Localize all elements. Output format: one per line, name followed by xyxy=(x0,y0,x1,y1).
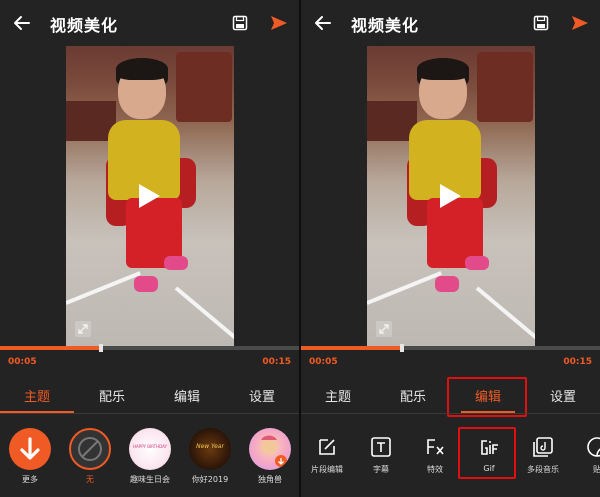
tool-clip-edit[interactable]: 片段编辑 xyxy=(301,436,353,475)
subtitle-icon xyxy=(371,437,391,457)
tool-multi-music[interactable]: 多段音乐 xyxy=(517,436,569,475)
theme-birthday[interactable]: HAPPY BIRTHDAY 趣味生日会 xyxy=(120,428,180,485)
tab-bar: 主题 配乐 编辑 设置 xyxy=(0,383,299,413)
play-icon[interactable] xyxy=(437,183,463,209)
send-icon[interactable] xyxy=(571,14,589,32)
tool-label: 多段音乐 xyxy=(527,465,559,474)
theme-label: 你好2019 xyxy=(191,475,229,484)
play-icon[interactable] xyxy=(136,183,162,209)
tool-label: 字幕 xyxy=(373,465,389,474)
multi-music-icon xyxy=(533,437,553,457)
progress-knob[interactable] xyxy=(399,344,404,352)
tab-divider xyxy=(0,413,299,414)
kid-hair-top xyxy=(116,58,168,80)
edit-tab-highlight xyxy=(447,377,527,417)
theme-label: 更多 xyxy=(22,475,38,484)
theme-unicorn[interactable]: 独角兽 xyxy=(240,428,299,485)
birthday-thumb-text: HAPPY BIRTHDAY xyxy=(133,444,167,449)
save-icon[interactable] xyxy=(232,15,248,31)
kid-hair-top xyxy=(417,58,469,80)
background-chair xyxy=(477,52,533,122)
tab-label: 主题 xyxy=(324,390,351,405)
floor-line xyxy=(367,271,442,305)
new-year-thumb-text: New Year xyxy=(196,443,224,450)
theme-label: 无 xyxy=(86,475,94,484)
tab-label: 编辑 xyxy=(173,390,200,405)
theme-label: 趣味生日会 xyxy=(130,475,170,484)
theme-more[interactable]: 更多 xyxy=(0,428,60,485)
tab-settings[interactable]: 设置 xyxy=(526,383,600,413)
floor-line xyxy=(475,286,535,341)
back-arrow-icon[interactable] xyxy=(12,13,32,33)
tool-sticker[interactable]: 贴 xyxy=(571,436,600,475)
download-arrow-icon xyxy=(9,428,51,470)
progress-bar[interactable] xyxy=(301,344,600,352)
birthday-theme-thumb: HAPPY BIRTHDAY xyxy=(129,428,171,470)
current-time: 00:05 xyxy=(309,357,338,367)
gif-tool-highlight xyxy=(458,427,516,479)
tab-label: 主题 xyxy=(23,390,50,405)
top-bar: 视频美化 xyxy=(0,0,299,46)
screen-edit: 视频美化 00:05 00:15 主题 配乐 编辑 设置 片段编辑 字幕 特效 … xyxy=(301,0,600,497)
tab-music[interactable]: 配乐 xyxy=(75,383,149,413)
page-title: 视频美化 xyxy=(50,16,119,35)
clip-edit-icon xyxy=(319,439,335,455)
video-preview[interactable] xyxy=(66,46,234,346)
current-time: 00:05 xyxy=(8,357,37,367)
tool-label: 贴 xyxy=(593,465,600,474)
theme-list: 更多 无 HAPPY BIRTHDAY 趣味生日会 New Year 你好201… xyxy=(0,422,299,497)
kid-shoe xyxy=(465,256,489,270)
progress-bar[interactable] xyxy=(0,344,299,352)
theme-none[interactable]: 无 xyxy=(60,428,120,485)
new-year-theme-thumb: New Year xyxy=(189,428,231,470)
fullscreen-icon[interactable] xyxy=(74,320,92,338)
send-icon[interactable] xyxy=(270,14,288,32)
tab-theme[interactable]: 主题 xyxy=(0,383,74,413)
floor-line xyxy=(66,271,141,305)
tab-label: 设置 xyxy=(549,390,576,405)
save-icon[interactable] xyxy=(533,15,549,31)
tab-music[interactable]: 配乐 xyxy=(376,383,450,413)
tab-label: 配乐 xyxy=(98,390,125,405)
tab-divider xyxy=(301,413,600,414)
progress-fill xyxy=(0,346,99,350)
edit-tool-list: 片段编辑 字幕 特效 Gif 多段音乐 贴 xyxy=(301,422,600,497)
tool-effects[interactable]: 特效 xyxy=(409,436,461,475)
top-bar: 视频美化 xyxy=(301,0,600,46)
effects-fx-icon xyxy=(427,439,444,455)
tab-theme[interactable]: 主题 xyxy=(301,383,375,413)
unicorn-theme-thumb xyxy=(249,428,291,470)
kid-shoe xyxy=(134,276,158,292)
total-time: 00:15 xyxy=(563,357,592,367)
tool-label: 片段编辑 xyxy=(311,465,343,474)
kid-shoe xyxy=(435,276,459,292)
tab-edit[interactable]: 编辑 xyxy=(150,383,224,413)
sticker-icon xyxy=(587,437,600,457)
theme-new-year[interactable]: New Year 你好2019 xyxy=(180,428,240,485)
kid-shoe xyxy=(164,256,188,270)
tool-label: 特效 xyxy=(427,465,443,474)
tab-label: 设置 xyxy=(248,390,275,405)
total-time: 00:15 xyxy=(262,357,291,367)
tab-label: 配乐 xyxy=(399,390,426,405)
none-slash-icon xyxy=(69,428,111,470)
progress-knob[interactable] xyxy=(98,344,103,352)
tool-subtitle[interactable]: 字幕 xyxy=(355,436,407,475)
progress-fill xyxy=(301,346,400,350)
video-preview[interactable] xyxy=(367,46,535,346)
back-arrow-icon[interactable] xyxy=(313,13,333,33)
screen-theme: 视频美化 00:05 00:15 主题 配乐 编辑 设置 更多 无 HAPPY … xyxy=(0,0,299,497)
page-title: 视频美化 xyxy=(351,16,420,35)
fullscreen-icon[interactable] xyxy=(375,320,393,338)
background-chair xyxy=(176,52,232,122)
theme-label: 独角兽 xyxy=(258,475,282,484)
tab-settings[interactable]: 设置 xyxy=(225,383,299,413)
floor-line xyxy=(174,286,234,341)
